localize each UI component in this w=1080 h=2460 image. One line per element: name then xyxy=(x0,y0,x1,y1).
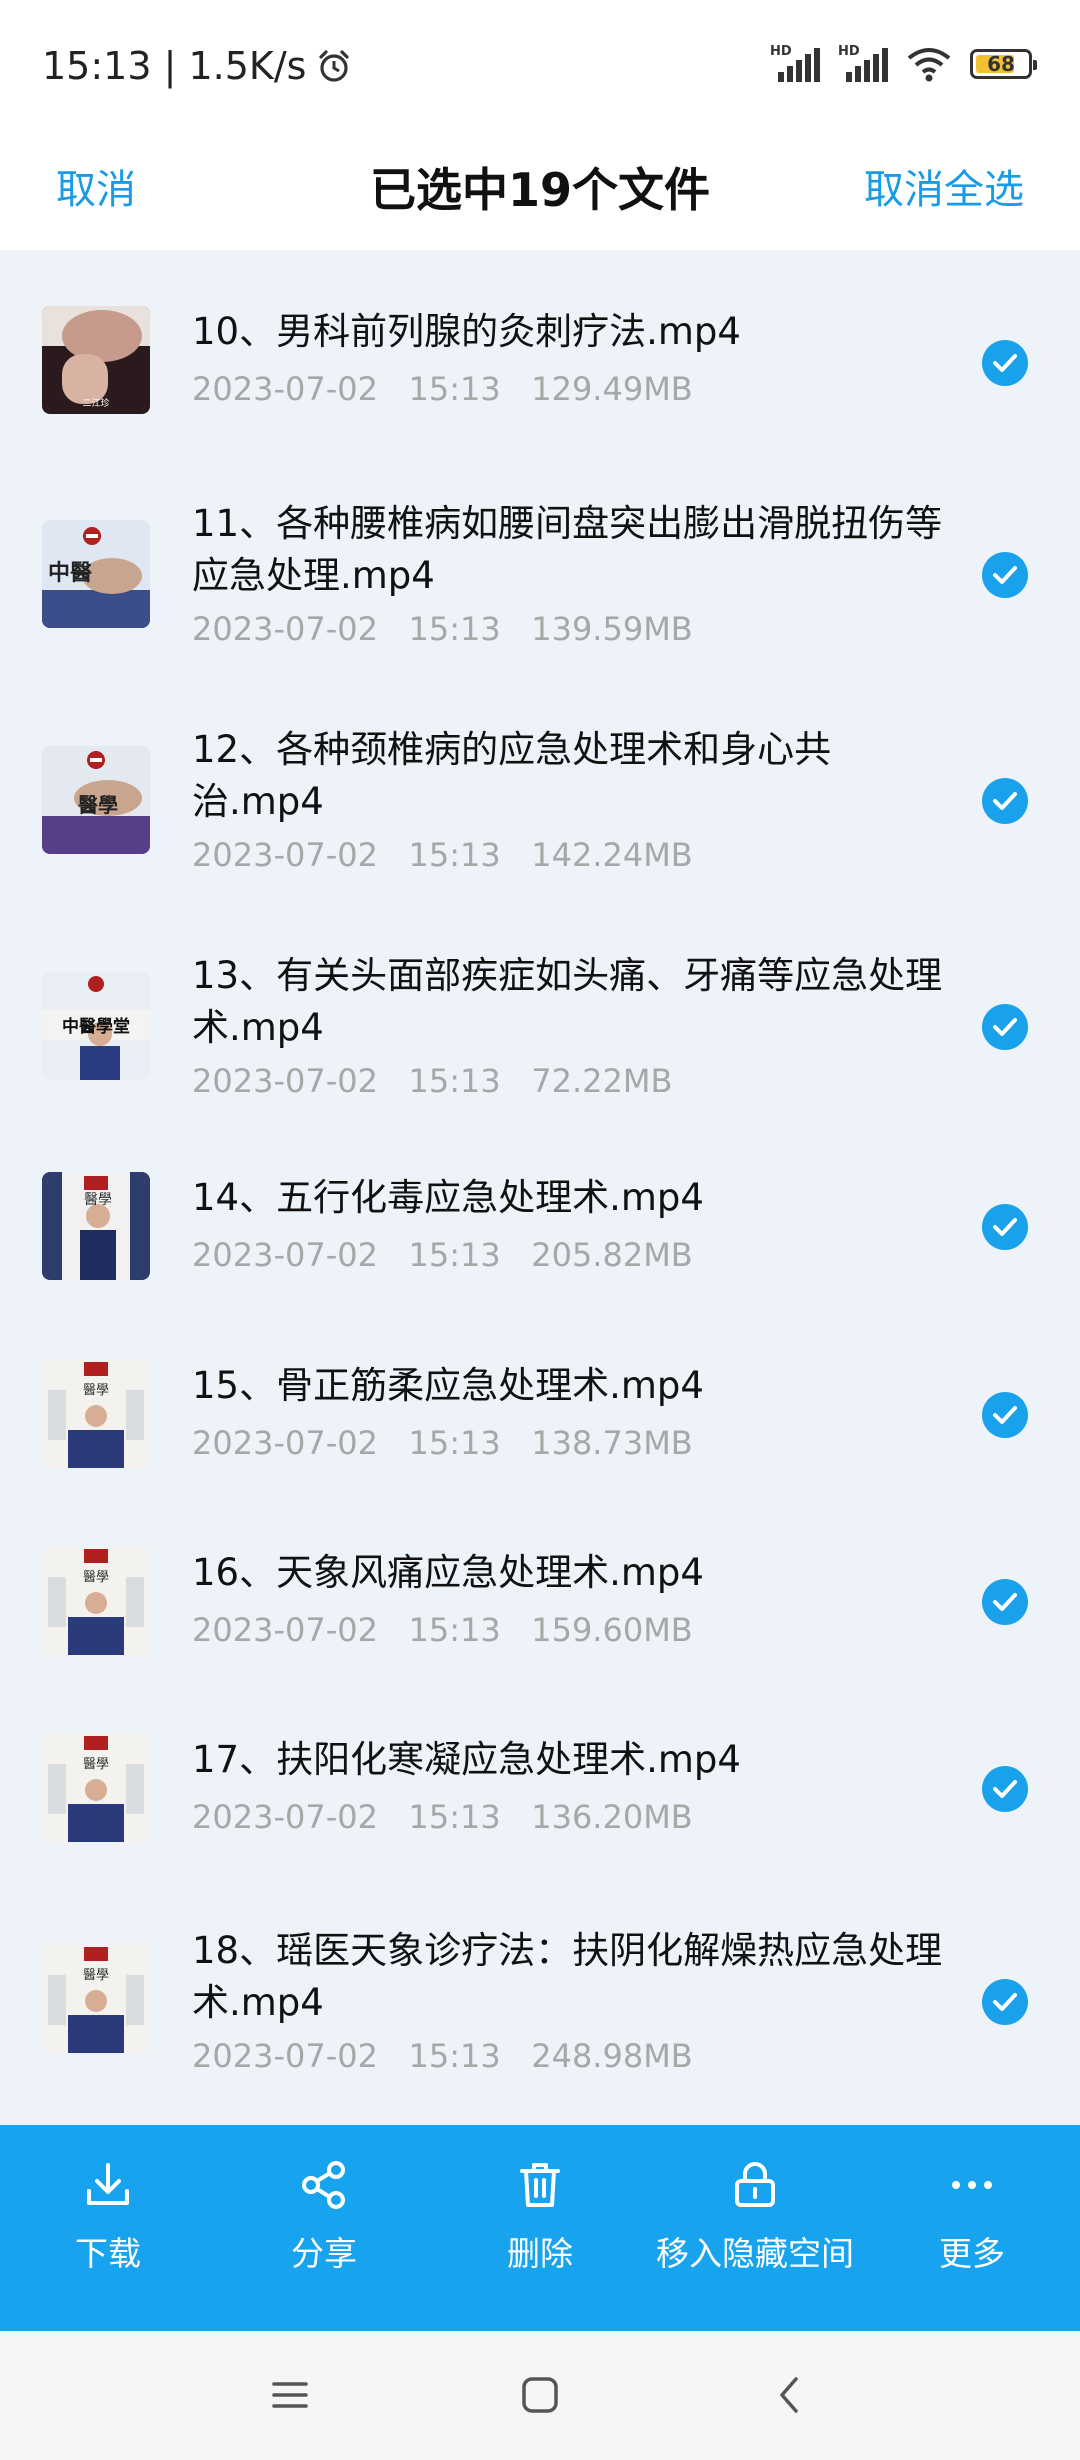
file-meta: 2023-07-02 15:13 248.98MB xyxy=(192,2037,693,2075)
wifi-icon xyxy=(906,46,952,82)
check-icon[interactable] xyxy=(982,1766,1028,1812)
status-bar: 15:13 | 1.5K/s HD HD 68 xyxy=(0,0,1080,140)
file-row[interactable]: 中醫 11、各种腰椎病如腰间盘突出膨出滑脱扭伤等应急处理.mp4 2023-07… xyxy=(0,458,1080,684)
check-icon[interactable] xyxy=(982,1204,1028,1250)
check-icon[interactable] xyxy=(982,340,1028,386)
status-left: 15:13 | 1.5K/s xyxy=(42,44,352,88)
home-icon[interactable] xyxy=(516,2371,564,2419)
file-meta: 2023-07-02 15:13 72.22MB xyxy=(192,1062,673,1100)
file-meta: 2023-07-02 15:13 205.82MB xyxy=(192,1236,693,1274)
selection-header: 取消 已选中19个文件 取消全选 xyxy=(0,140,1080,250)
thumb-label: 醫學 xyxy=(83,1968,109,1983)
file-name: 12、各种颈椎病的应急处理术和身心共治.mp4 xyxy=(192,728,832,823)
file-row[interactable]: 醫學 18、瑶医天象诊疗法：扶阴化解燥热应急处理术.mp4 2023-07-02… xyxy=(0,1885,1080,2125)
more-label: 更多 xyxy=(939,2234,1005,2273)
share-button[interactable]: 分享 xyxy=(264,2125,384,2331)
delete-label: 删除 xyxy=(507,2234,573,2273)
check-icon[interactable] xyxy=(982,1004,1028,1050)
move-to-hidden-button[interactable]: 移入隐藏空间 xyxy=(645,2125,865,2331)
file-name: 13、有关头面部疾症如头痛、牙痛等应急处理术.mp4 xyxy=(192,954,943,1049)
lock-icon xyxy=(727,2157,783,2213)
back-icon[interactable] xyxy=(766,2371,814,2419)
signal-icon: HD xyxy=(838,44,888,82)
thumb-label: 中醫 xyxy=(48,561,92,586)
file-name: 11、各种腰椎病如腰间盘突出膨出滑脱扭伤等应急处理.mp4 xyxy=(192,502,943,597)
thumb-label: 醫學 xyxy=(83,1570,109,1585)
video-thumbnail: 醫學 xyxy=(42,1734,150,1842)
video-thumbnail: 醫學 xyxy=(42,1547,150,1655)
file-row[interactable]: 醫學 16、天象风痛应急处理术.mp4 2023-07-02 15:13 159… xyxy=(0,1511,1080,1698)
thumb-label: 二江珍 xyxy=(82,397,109,409)
download-button[interactable]: 下载 xyxy=(48,2125,168,2331)
thumb-label: 醫學 xyxy=(84,1192,112,1208)
file-name: 18、瑶医天象诊疗法：扶阴化解燥热应急处理术.mp4 xyxy=(192,1929,943,2024)
video-thumbnail: 醫學 xyxy=(42,746,150,854)
file-meta: 2023-07-02 15:13 159.60MB xyxy=(192,1611,693,1649)
file-name: 15、骨正筋柔应急处理术.mp4 xyxy=(192,1364,704,1407)
deselect-all-button[interactable]: 取消全选 xyxy=(864,140,1024,240)
status-right: HD HD 68 xyxy=(770,44,1037,82)
file-meta: 2023-07-02 15:13 142.24MB xyxy=(192,836,693,874)
alarm-icon xyxy=(316,48,352,84)
file-name: 16、天象风痛应急处理术.mp4 xyxy=(192,1551,704,1594)
check-icon[interactable] xyxy=(982,778,1028,824)
file-row[interactable]: 醫學 15、骨正筋柔应急处理术.mp4 2023-07-02 15:13 138… xyxy=(0,1324,1080,1511)
download-icon xyxy=(80,2157,136,2213)
video-thumbnail: 醫學 xyxy=(42,1945,150,2053)
file-meta: 2023-07-02 15:13 139.59MB xyxy=(192,610,693,648)
download-label: 下载 xyxy=(75,2234,141,2273)
file-row[interactable]: 醫學 12、各种颈椎病的应急处理术和身心共治.mp4 2023-07-02 15… xyxy=(0,684,1080,910)
file-meta: 2023-07-02 15:13 138.73MB xyxy=(192,1424,693,1462)
trash-icon xyxy=(512,2157,568,2213)
file-list: 二江珍 10、男科前列腺的灸刺疗法.mp4 2023-07-02 15:13 1… xyxy=(0,250,1080,2125)
thumb-label: 中醫學堂 xyxy=(62,1016,130,1037)
video-thumbnail: 醫學 xyxy=(42,1360,150,1468)
file-name: 17、扶阳化寒凝应急处理术.mp4 xyxy=(192,1738,741,1781)
check-icon[interactable] xyxy=(982,552,1028,598)
file-name: 10、男科前列腺的灸刺疗法.mp4 xyxy=(192,310,741,353)
menu-icon[interactable] xyxy=(266,2371,314,2419)
bottom-action-bar: 下载 分享 删除 移入隐藏空间 更多 xyxy=(0,2125,1080,2331)
move-to-hidden-label: 移入隐藏空间 xyxy=(656,2234,854,2273)
file-name: 14、五行化毒应急处理术.mp4 xyxy=(192,1176,704,1219)
check-icon[interactable] xyxy=(982,1979,1028,2025)
status-time-speed: 15:13 | 1.5K/s xyxy=(42,44,307,88)
file-meta: 2023-07-02 15:13 129.49MB xyxy=(192,370,693,408)
signal-icon: HD xyxy=(770,44,820,82)
share-icon xyxy=(296,2157,352,2213)
check-icon[interactable] xyxy=(982,1392,1028,1438)
video-thumbnail: 醫學 xyxy=(42,1172,150,1280)
more-button[interactable]: 更多 xyxy=(912,2125,1032,2331)
delete-button[interactable]: 删除 xyxy=(480,2125,600,2331)
system-nav-bar xyxy=(0,2331,1080,2460)
file-row[interactable]: 中醫學堂 13、有关头面部疾症如头痛、牙痛等应急处理术.mp4 2023-07-… xyxy=(0,910,1080,1136)
thumb-label: 醫學 xyxy=(78,793,118,817)
file-row[interactable]: 醫學 17、扶阳化寒凝应急处理术.mp4 2023-07-02 15:13 13… xyxy=(0,1698,1080,1885)
more-icon xyxy=(944,2157,1000,2213)
video-thumbnail: 中醫學堂 xyxy=(42,972,150,1080)
battery-icon: 68 xyxy=(970,49,1037,79)
video-thumbnail: 二江珍 xyxy=(42,306,150,414)
thumb-label: 醫學 xyxy=(83,1383,109,1398)
file-meta: 2023-07-02 15:13 136.20MB xyxy=(192,1798,693,1836)
file-row[interactable]: 醫學 14、五行化毒应急处理术.mp4 2023-07-02 15:13 205… xyxy=(0,1136,1080,1324)
battery-level: 68 xyxy=(987,52,1015,76)
check-icon[interactable] xyxy=(982,1579,1028,1625)
file-row[interactable]: 二江珍 10、男科前列腺的灸刺疗法.mp4 2023-07-02 15:13 1… xyxy=(0,250,1080,458)
video-thumbnail: 中醫 xyxy=(42,520,150,628)
thumb-label: 醫學 xyxy=(83,1757,109,1772)
share-label: 分享 xyxy=(291,2234,357,2273)
